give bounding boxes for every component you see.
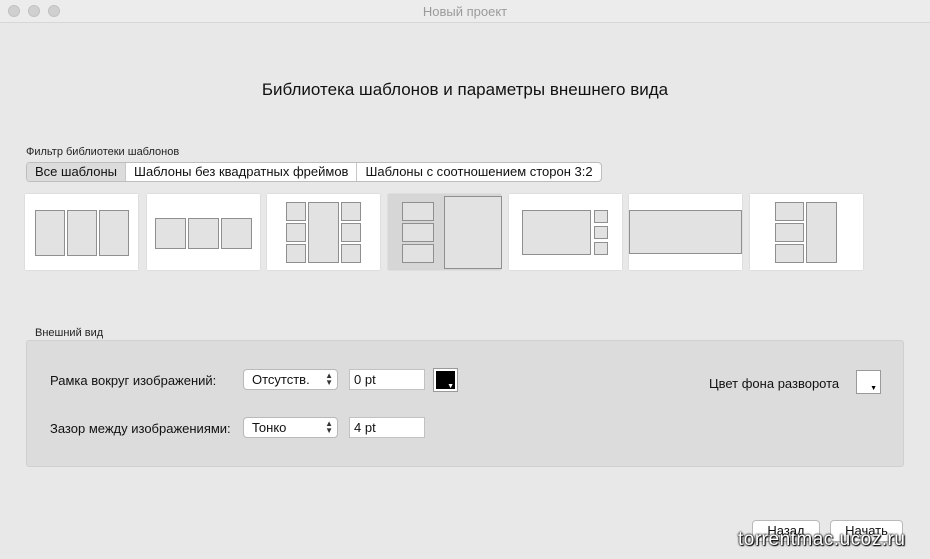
tab-all-templates[interactable]: Все шаблоны (27, 163, 127, 181)
background-color-label: Цвет фона разворота (709, 376, 840, 391)
border-width-field[interactable]: 0 pt (349, 369, 425, 390)
filter-label: Фильтр библиотеки шаблонов (26, 146, 180, 158)
frame-placeholder (221, 218, 252, 249)
frame-placeholder (286, 223, 306, 242)
template-large-left-small-right[interactable] (509, 194, 622, 270)
frame-placeholder (286, 202, 306, 221)
up-down-arrows-icon: ▲ ▼ (325, 419, 333, 435)
appearance-panel: Рамка вокруг изображений: Отсутств. ▲ ▼ 0… (26, 340, 904, 467)
frame-placeholder (522, 210, 591, 255)
gap-width-field[interactable]: 4 pt (349, 417, 425, 438)
template-stack-left-large-right[interactable] (388, 194, 502, 270)
frame-placeholder (629, 210, 742, 254)
gap-style-popup[interactable]: Тонко ▲ ▼ (243, 417, 338, 438)
frame-placeholder (594, 242, 608, 255)
template-filter-segmented-control: Все шаблоны Шаблоны без квадратных фрейм… (26, 162, 602, 182)
frame-placeholder (402, 202, 434, 221)
window-titlebar: Новый проект (0, 0, 930, 23)
border-color-well[interactable]: ▼ (433, 368, 458, 392)
border-style-popup[interactable]: Отсутств. ▲ ▼ (243, 369, 338, 390)
frame-placeholder (155, 218, 186, 249)
template-three-horizontal[interactable] (147, 194, 260, 270)
page-heading: Библиотека шаблонов и параметры внешнего… (261, 80, 669, 99)
gap-style-value: Тонко (252, 420, 287, 435)
frame-placeholder (775, 244, 804, 263)
frame-placeholder (341, 223, 361, 242)
tab-aspect-3-2[interactable]: Шаблоны с соотношением сторон 3:2 (357, 163, 600, 181)
frame-placeholder (402, 223, 434, 242)
border-label: Рамка вокруг изображений: (50, 373, 217, 388)
frame-placeholder (341, 202, 361, 221)
gap-label: Зазор между изображениями: (50, 421, 231, 436)
watermark-text: torrentmac.ucoz.ru (738, 529, 906, 550)
frame-placeholder (308, 202, 339, 263)
frame-placeholder (188, 218, 219, 249)
frame-placeholder (444, 196, 502, 269)
appearance-label: Внешний вид (35, 327, 104, 339)
frame-placeholder (35, 210, 65, 256)
template-three-vertical[interactable] (25, 194, 138, 270)
border-style-value: Отсутств. (252, 372, 310, 387)
frame-placeholder (775, 223, 804, 242)
dropdown-arrow-icon: ▼ (870, 385, 877, 392)
frame-placeholder (286, 244, 306, 263)
frame-placeholder (341, 244, 361, 263)
frame-placeholder (67, 210, 97, 256)
frame-placeholder (806, 202, 837, 263)
frame-placeholder (594, 226, 608, 239)
background-color-well[interactable]: ▼ (856, 370, 881, 394)
frame-placeholder (99, 210, 129, 256)
up-down-arrows-icon: ▲ ▼ (325, 371, 333, 387)
frame-placeholder (775, 202, 804, 221)
tab-no-square-frames[interactable]: Шаблоны без квадратных фреймов (126, 163, 358, 181)
template-single-wide[interactable] (629, 194, 742, 270)
frame-placeholder (594, 210, 608, 223)
window-title: Новый проект (422, 4, 508, 19)
dropdown-arrow-icon: ▼ (447, 383, 454, 390)
template-stack-left-tall-right[interactable] (750, 194, 863, 270)
frame-placeholder (402, 244, 434, 263)
template-grid-six-center-tall[interactable] (267, 194, 380, 270)
